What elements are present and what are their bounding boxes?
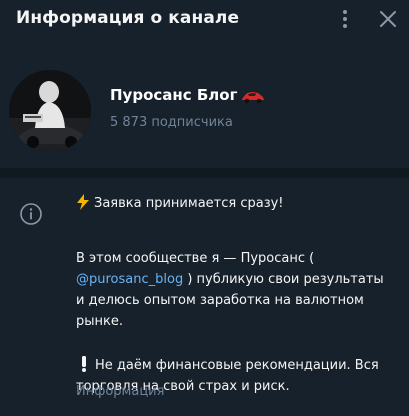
description-paragraph-2: В этом сообществе я — Пуросанс ( @purosa… [76, 248, 394, 332]
channel-avatar[interactable] [9, 70, 91, 152]
description-line-1: Заявка принимается сразу! [76, 193, 284, 214]
username-link[interactable]: @purosanc_blog [76, 272, 183, 287]
description-paragraph-2-before: В этом сообществе я — Пуросанс ( [76, 251, 315, 266]
lightning-icon [77, 194, 89, 210]
channel-name: Пуросанс Блог [110, 86, 238, 104]
more-vertical-icon[interactable] [334, 8, 356, 30]
description-caption: Информация [76, 384, 165, 399]
info-icon [19, 202, 43, 226]
close-icon[interactable] [377, 8, 399, 30]
exclamation-icon [82, 356, 86, 372]
description-line-1-text: Заявка принимается сразу! [94, 196, 284, 211]
red-sports-car-icon [241, 89, 265, 104]
channel-description-section: Заявка принимается сразу! В этом сообщес… [0, 178, 409, 416]
channel-info-panel: Информация о канале Пуросанс Блог 5 873 … [0, 0, 409, 416]
subscriber-count: 5 873 подписчика [110, 115, 233, 130]
panel-header: Информация о канале [0, 0, 409, 40]
panel-title: Информация о канале [16, 8, 240, 28]
channel-profile: Пуросанс Блог 5 873 подписчика [0, 56, 409, 156]
section-divider [0, 168, 409, 178]
